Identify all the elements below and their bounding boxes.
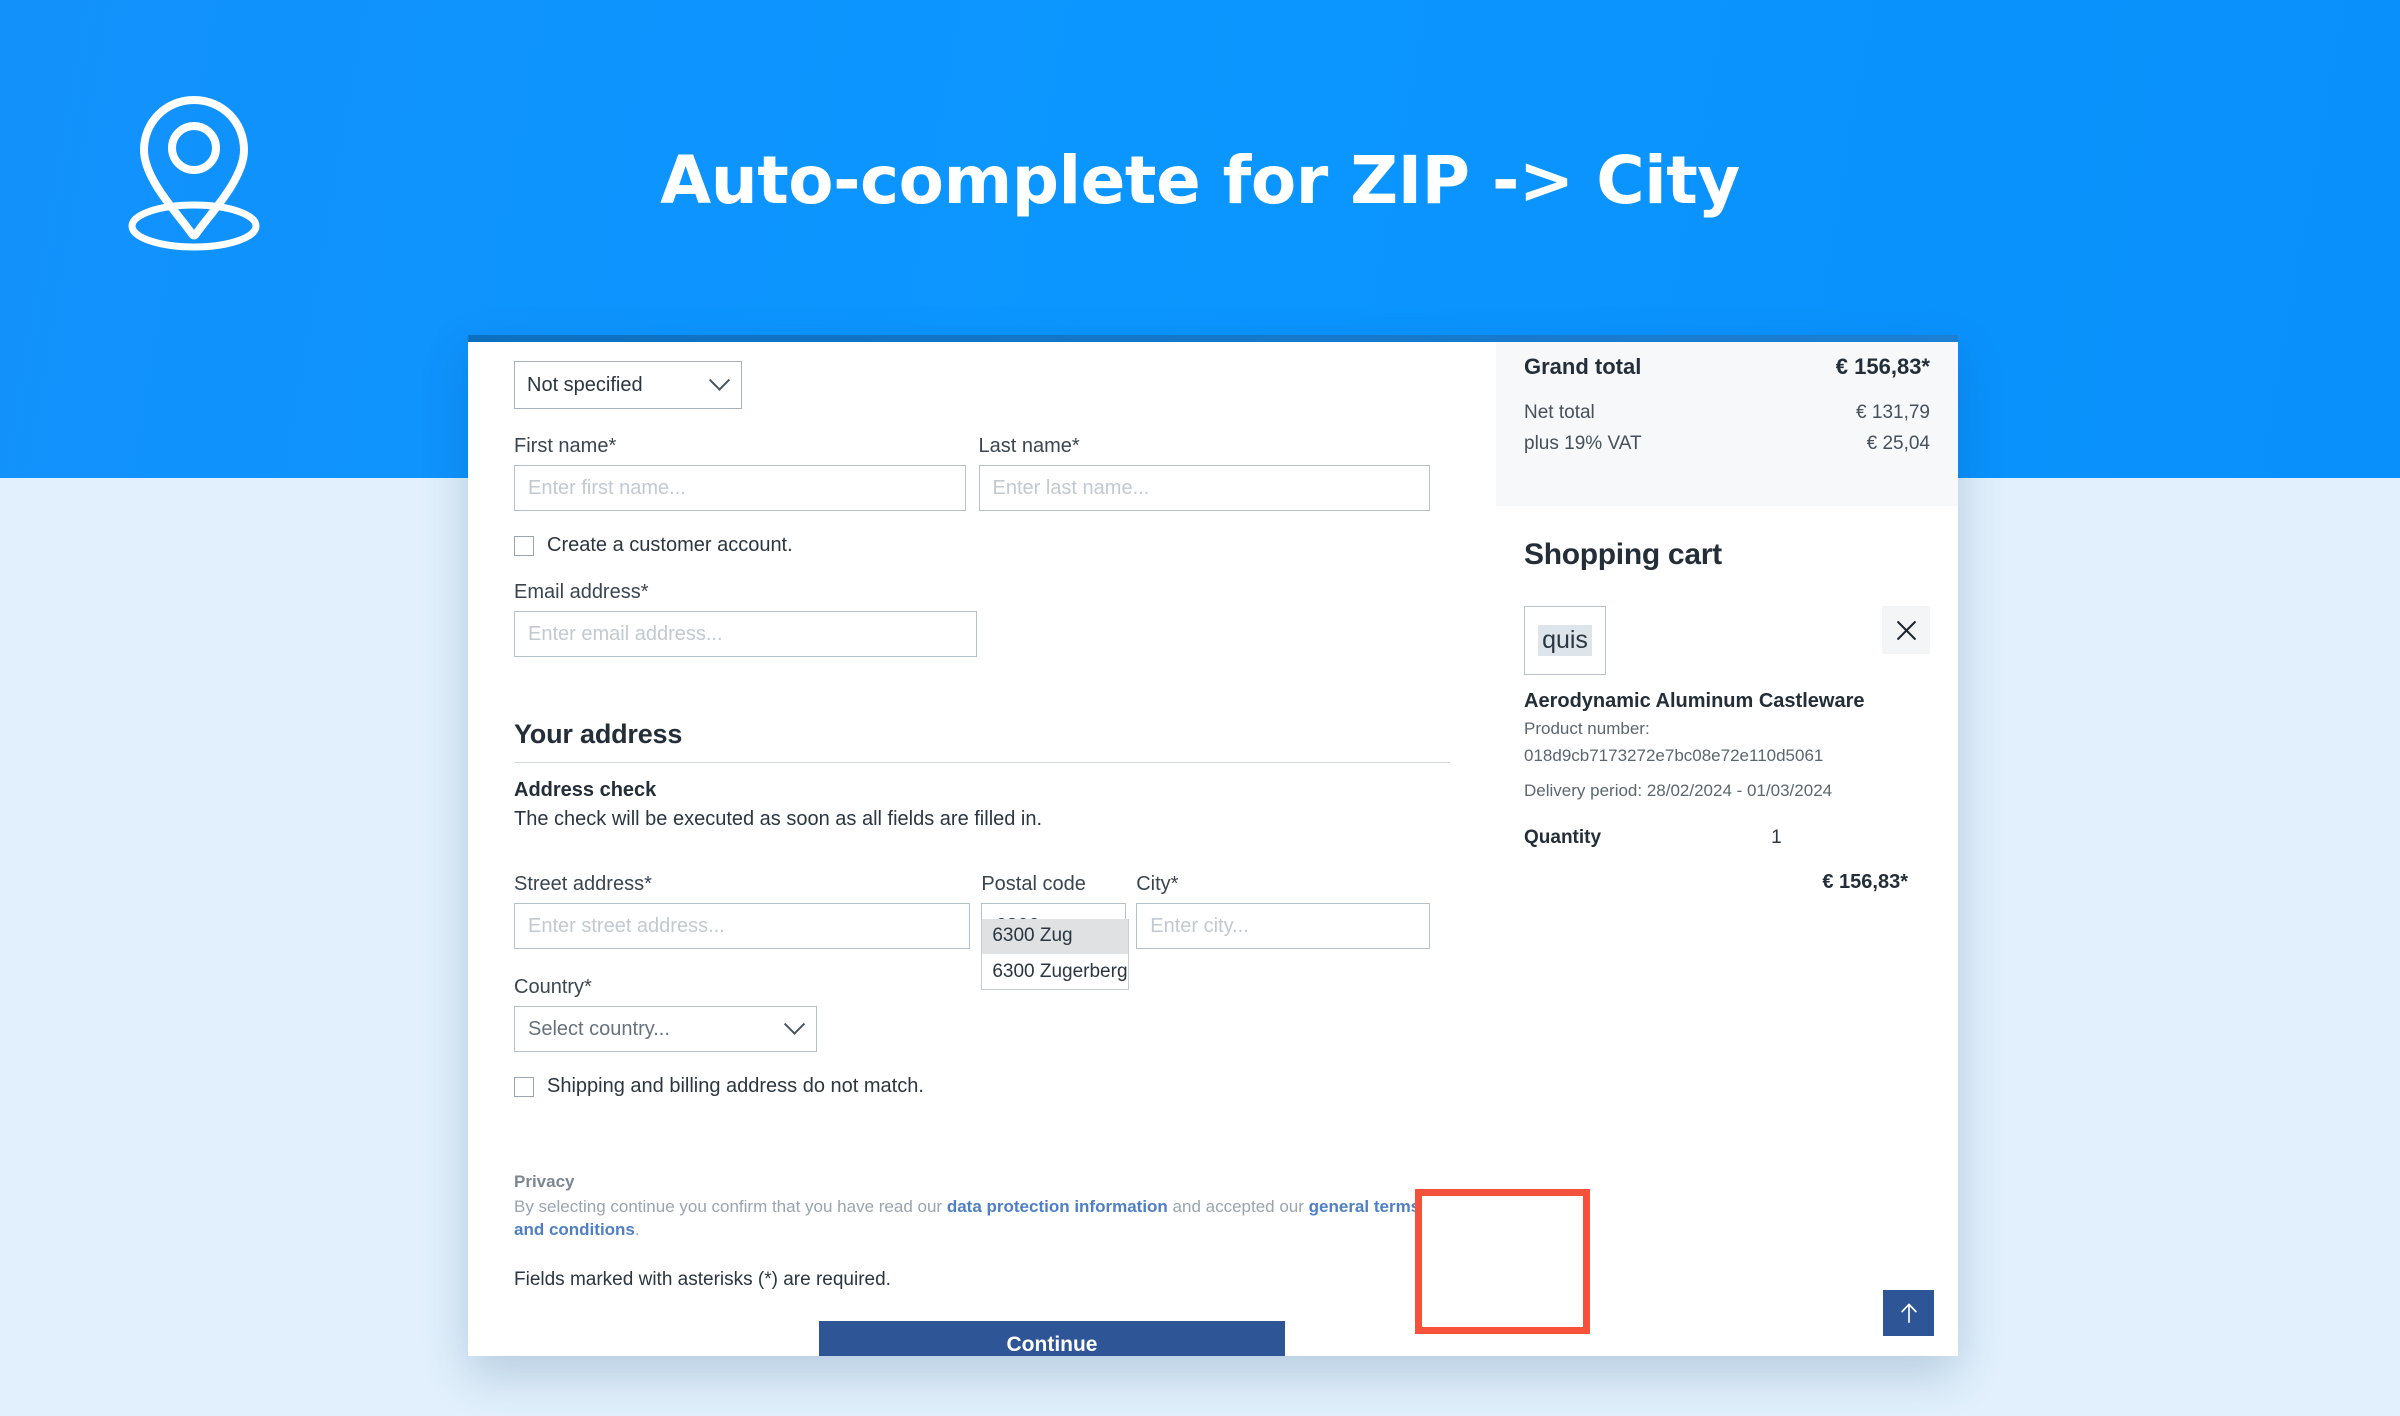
- city-label: City*: [1136, 873, 1179, 895]
- vat-label: plus 19% VAT: [1524, 433, 1642, 454]
- vat-row: plus 19% VAT € 25,04: [1524, 433, 1930, 455]
- quantity-label: Quantity: [1524, 827, 1602, 849]
- item-price: € 156,83*: [1822, 871, 1908, 894]
- page-root: Auto-complete for ZIP -> City Not specif…: [0, 0, 2400, 1416]
- required-fields-note: Fields marked with asterisks (*) are req…: [514, 1268, 891, 1290]
- email-input[interactable]: Enter email address...: [514, 611, 977, 657]
- arrow-up-icon: [1900, 1303, 1917, 1323]
- scroll-to-top-button[interactable]: [1883, 1290, 1934, 1336]
- totals-summary: Grand total € 156,83* Net total € 131,79…: [1496, 342, 1958, 506]
- postal-code-label: Postal code: [981, 873, 1086, 895]
- quantity-value: 1: [1771, 827, 1782, 849]
- remove-item-button[interactable]: [1882, 606, 1930, 654]
- email-label: Email address*: [514, 581, 649, 603]
- postal-code-suggestions: 6300 Zug 6300 Zugerberg: [981, 919, 1130, 990]
- checkout-window: Not specified First name* Enter first na…: [468, 335, 1958, 1356]
- grand-total-label: Grand total: [1524, 354, 1642, 379]
- privacy-block: Privacy By selecting continue you confir…: [514, 1172, 1430, 1242]
- cart-panel: Grand total € 156,83* Net total € 131,79…: [1496, 342, 1958, 1356]
- net-total-value: € 131,79: [1856, 402, 1930, 423]
- salutation-select[interactable]: Not specified: [514, 361, 742, 409]
- chevron-down-icon: [783, 1013, 806, 1035]
- first-name-input[interactable]: Enter first name...: [514, 465, 966, 511]
- shipping-differs-label: Shipping and billing address do not matc…: [547, 1075, 924, 1097]
- street-address-input[interactable]: Enter street address...: [514, 903, 971, 949]
- product-name: Aerodynamic Aluminum Castleware: [1524, 690, 1865, 712]
- last-name-input[interactable]: Enter last name...: [978, 465, 1430, 511]
- address-section-heading: Your address: [514, 719, 683, 749]
- section-divider: [514, 762, 1450, 763]
- net-total-label: Net total: [1524, 402, 1595, 423]
- checkout-form: Not specified First name* Enter first na…: [492, 342, 1452, 1356]
- create-account-checkbox[interactable]: [514, 535, 534, 556]
- first-name-field: First name* Enter first name...: [514, 435, 966, 511]
- last-name-label: Last name*: [978, 435, 1080, 457]
- vat-value: € 25,04: [1866, 433, 1930, 454]
- postal-code-field: Postal code 6300 6300 Zug 6300 Zugerberg: [981, 873, 1130, 990]
- cart-item: quis Aerodynamic Aluminum Castleware Pro…: [1496, 606, 1958, 894]
- suggestion-item[interactable]: 6300 Zug: [982, 919, 1129, 954]
- data-protection-link[interactable]: data protection information: [947, 1197, 1168, 1216]
- create-account-label: Create a customer account.: [547, 534, 793, 556]
- window-topbar: [468, 335, 1958, 342]
- salutation-value: Not specified: [527, 373, 643, 396]
- shipping-differs-checkbox[interactable]: [514, 1076, 534, 1097]
- privacy-title: Privacy: [514, 1172, 575, 1191]
- email-field: Email address* Enter email address...: [514, 581, 977, 657]
- city-field: City* Enter city...: [1136, 873, 1430, 949]
- product-number-label: Product number:: [1524, 719, 1650, 738]
- continue-button[interactable]: Continue: [819, 1320, 1285, 1356]
- country-label: Country*: [514, 976, 592, 998]
- privacy-text-after: .: [634, 1219, 640, 1239]
- privacy-text-before: By selecting continue you confirm that y…: [514, 1197, 947, 1216]
- privacy-text: By selecting continue you confirm that y…: [514, 1196, 1430, 1242]
- chevron-down-icon: [708, 369, 731, 391]
- street-address-label: Street address*: [514, 873, 652, 895]
- close-icon: [1896, 620, 1916, 640]
- product-number-value: 018d9cb7173272e7bc08e72e110d5061: [1524, 746, 1824, 766]
- create-account-row[interactable]: Create a customer account.: [514, 534, 1430, 557]
- grand-total-row: Grand total € 156,83*: [1524, 354, 1930, 380]
- privacy-text-middle: and accepted our: [1167, 1197, 1309, 1216]
- net-total-row: Net total € 131,79: [1524, 402, 1930, 424]
- last-name-field: Last name* Enter last name...: [978, 435, 1430, 511]
- first-name-label: First name*: [514, 435, 617, 457]
- quantity-row: Quantity 1: [1524, 827, 1930, 849]
- suggestion-item[interactable]: 6300 Zugerberg: [982, 954, 1128, 989]
- address-row: Street address* Enter street address... …: [514, 873, 1430, 990]
- delivery-period: Delivery period: 28/02/2024 - 01/03/2024: [1524, 781, 1833, 801]
- shipping-differs-row[interactable]: Shipping and billing address do not matc…: [514, 1075, 1430, 1098]
- shopping-cart-heading: Shopping cart: [1524, 538, 1722, 571]
- address-check-title: Address check: [514, 779, 657, 801]
- product-thumbnail: quis: [1524, 606, 1606, 675]
- grand-total-value: € 156,83*: [1835, 354, 1930, 379]
- hero-title: Auto-complete for ZIP -> City: [660, 142, 1740, 219]
- country-value: Select country...: [528, 1017, 670, 1040]
- address-check-text: The check will be executed as soon as al…: [514, 808, 1043, 830]
- street-address-field: Street address* Enter street address...: [514, 873, 971, 949]
- product-thumbnail-text: quis: [1538, 625, 1592, 656]
- city-input[interactable]: Enter city...: [1136, 903, 1430, 949]
- country-select[interactable]: Select country...: [514, 1006, 817, 1052]
- name-row: First name* Enter first name... Last nam…: [514, 435, 1430, 511]
- country-field: Country* Select country...: [514, 976, 817, 1052]
